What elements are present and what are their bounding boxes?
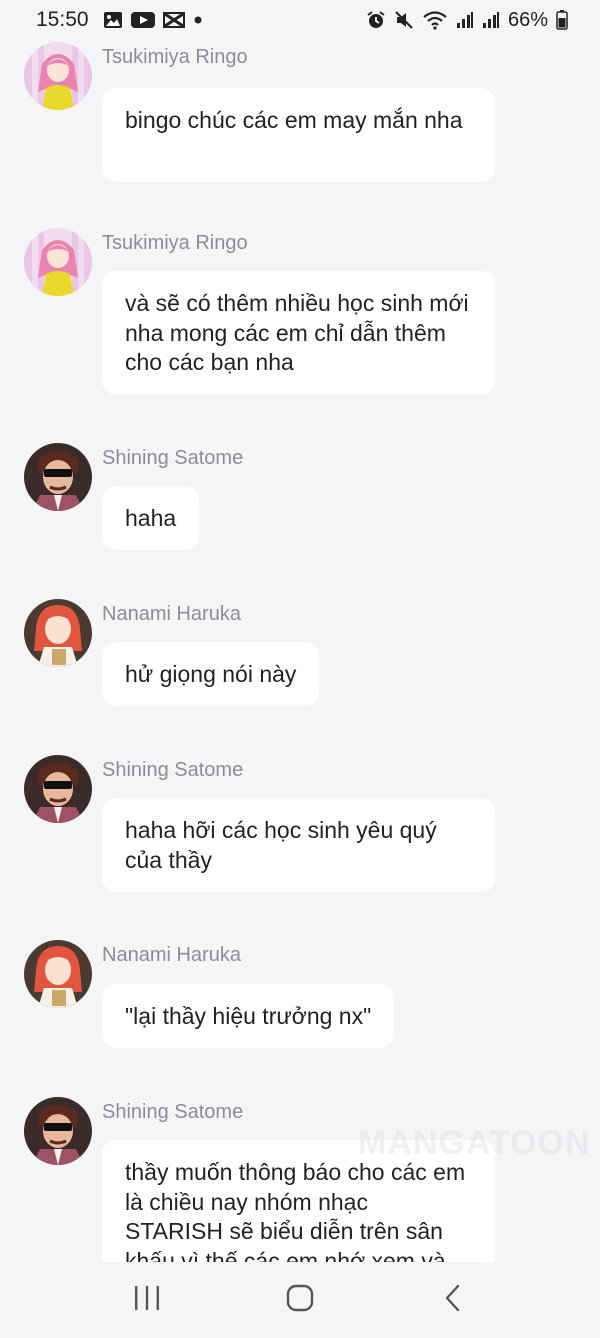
home-button[interactable]	[260, 1270, 340, 1330]
mute-icon	[394, 10, 414, 30]
sender-name: Tsukimiya Ringo	[102, 46, 248, 68]
sender-name: Nanami Haruka	[102, 603, 241, 625]
avatar-satome[interactable]	[24, 755, 92, 823]
recent-apps-button[interactable]	[107, 1270, 187, 1330]
back-button[interactable]	[413, 1270, 493, 1330]
youtube-icon	[130, 11, 155, 29]
message-bubble[interactable]: hử giọng nói này	[102, 642, 320, 706]
message-bubble[interactable]: "lại thầy hiệu trưởng nx"	[102, 984, 395, 1048]
avatar-satome[interactable]	[24, 443, 92, 511]
wifi-icon	[422, 10, 448, 30]
gallery-icon	[103, 11, 123, 29]
status-bar-right: 66%	[366, 9, 568, 32]
battery-percent: 66%	[507, 8, 548, 31]
avatar-haruka[interactable]	[24, 599, 92, 667]
avatar-haruka[interactable]	[24, 940, 92, 1008]
battery-icon	[556, 10, 568, 30]
avatar-ringo[interactable]	[24, 42, 92, 110]
status-bar: 15:50 66%	[0, 0, 600, 40]
sender-name: Shining Satome	[102, 759, 244, 781]
watermark: MANGATOON	[358, 1124, 591, 1162]
signal-icon	[456, 11, 474, 29]
avatar-ringo[interactable]	[24, 228, 92, 296]
dot-icon	[193, 15, 203, 25]
message-bubble[interactable]: và sẽ có thêm nhiều học sinh mới nha mon…	[102, 271, 495, 395]
navigation-bar	[0, 1262, 600, 1338]
recent-apps-icon	[133, 1285, 161, 1316]
status-bar-left: 15:50	[36, 8, 203, 32]
capcut-icon	[162, 11, 185, 29]
sender-name: Nanami Haruka	[102, 944, 241, 966]
home-icon	[286, 1284, 314, 1317]
avatar-satome[interactable]	[24, 1097, 92, 1165]
signal-icon	[482, 11, 500, 29]
message-bubble[interactable]: haha	[102, 486, 200, 550]
back-icon	[443, 1283, 463, 1318]
message-bubble[interactable]: haha hỡi các học sinh yêu quý của thầy	[102, 798, 495, 892]
status-time: 15:50	[36, 8, 89, 31]
chat-list[interactable]: Tsukimiya Ringo bingo chúc các em may mắ…	[0, 40, 600, 1262]
alarm-icon	[366, 10, 386, 30]
sender-name: Tsukimiya Ringo	[102, 232, 248, 254]
sender-name: Shining Satome	[102, 447, 244, 469]
sender-name: Shining Satome	[102, 1101, 244, 1123]
message-bubble[interactable]: bingo chúc các em may mắn nha	[102, 88, 495, 182]
